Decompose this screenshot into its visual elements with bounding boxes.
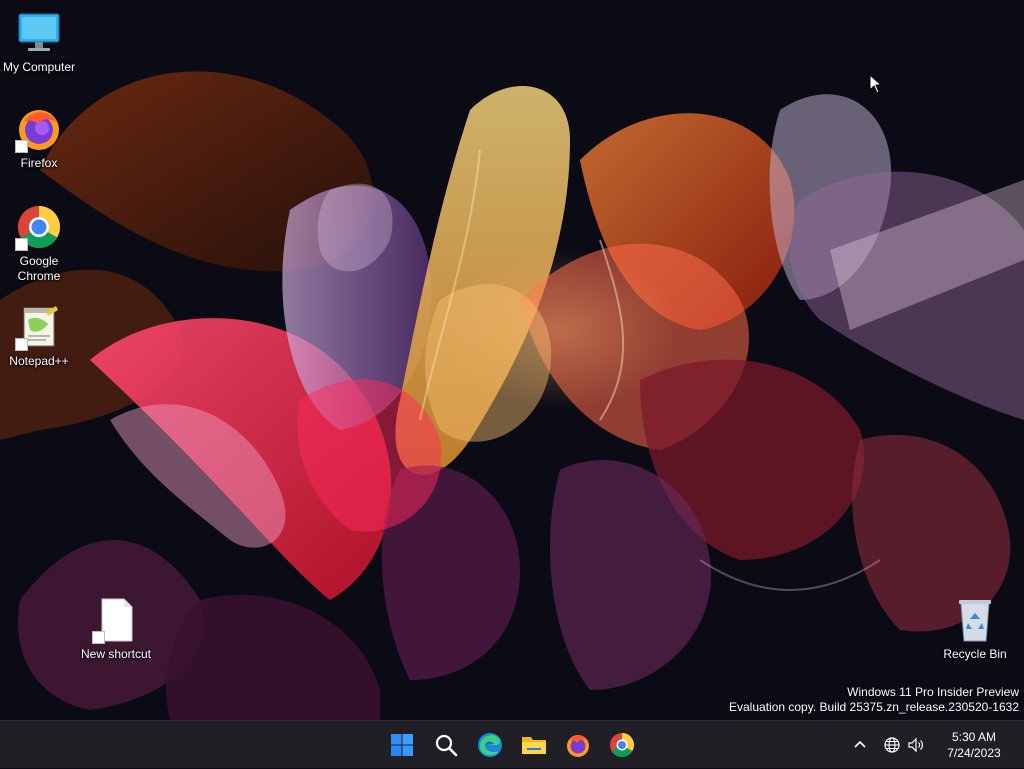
chevron-up-icon — [854, 740, 866, 748]
desktop-icon-my-computer[interactable]: My Computer — [1, 9, 77, 75]
taskbar-firefox-button[interactable] — [558, 725, 598, 765]
network-button[interactable] — [880, 729, 904, 761]
desktop-icon-label: Google Chrome — [17, 254, 61, 283]
volume-icon — [908, 737, 923, 753]
desktop-icon-label: My Computer — [2, 60, 76, 74]
desktop-icon-label: Notepad++ — [9, 354, 69, 368]
computer-icon — [15, 9, 63, 57]
chrome-icon — [15, 203, 63, 251]
folder-icon — [522, 737, 546, 754]
clock-date: 7/24/2023 — [947, 746, 1001, 760]
chrome-icon — [610, 733, 635, 758]
show-hidden-icons-button[interactable] — [848, 729, 872, 761]
windows-start-icon — [391, 734, 413, 756]
notepad-plus-plus-icon — [15, 303, 63, 351]
taskbar-chrome-button[interactable] — [602, 725, 642, 765]
desktop-icon-firefox[interactable]: Firefox — [1, 105, 77, 171]
mouse-cursor-icon — [869, 74, 883, 94]
taskbar-file-explorer-button[interactable] — [514, 725, 554, 765]
taskbar-pinned-apps — [380, 721, 644, 769]
watermark-line-1: Windows 11 Pro Insider Preview — [847, 685, 1019, 699]
desktop-icon-label: New shortcut — [80, 647, 152, 661]
volume-button[interactable] — [904, 729, 928, 761]
shortcut-arrow-icon — [15, 338, 28, 351]
desktop-icon-google-chrome[interactable]: Google Chrome — [1, 203, 77, 284]
shortcut-arrow-icon — [92, 631, 105, 644]
clock-time: 5:30 AM — [951, 730, 997, 744]
taskbar-clock[interactable]: 5:30 AM 7/24/2023 — [934, 729, 1014, 761]
windows-evaluation-watermark: Windows 11 Pro Insider Preview Evaluatio… — [729, 685, 1019, 715]
search-icon — [435, 734, 458, 757]
taskbar-edge-button[interactable] — [470, 725, 510, 765]
recycle-bin-icon — [951, 596, 999, 644]
shortcut-arrow-icon — [15, 238, 28, 251]
taskbar-start-button[interactable] — [382, 725, 422, 765]
desktop-icon-label: Firefox — [20, 156, 58, 170]
taskbar: 5:30 AM 7/24/2023 — [0, 720, 1024, 768]
system-tray: 5:30 AM 7/24/2023 — [848, 721, 1024, 769]
desktop[interactable]: My Computer Firefox Google Chrome Notepa… — [0, 0, 1024, 720]
desktop-icon-notepad-plus-plus[interactable]: Notepad++ — [1, 303, 77, 369]
firefox-icon — [15, 105, 63, 153]
desktop-icon-label: Recycle Bin — [943, 647, 1007, 661]
firefox-icon — [567, 735, 589, 757]
watermark-line-2: Evaluation copy. Build 25375.zn_release.… — [729, 700, 1019, 714]
network-globe-icon — [884, 737, 900, 753]
shortcut-arrow-icon — [15, 140, 28, 153]
desktop-icon-recycle-bin[interactable]: Recycle Bin — [937, 596, 1013, 662]
edge-icon — [478, 733, 502, 757]
blank-file-icon — [92, 596, 140, 644]
desktop-icon-new-shortcut[interactable]: New shortcut — [78, 596, 154, 662]
taskbar-search-button[interactable] — [426, 725, 466, 765]
